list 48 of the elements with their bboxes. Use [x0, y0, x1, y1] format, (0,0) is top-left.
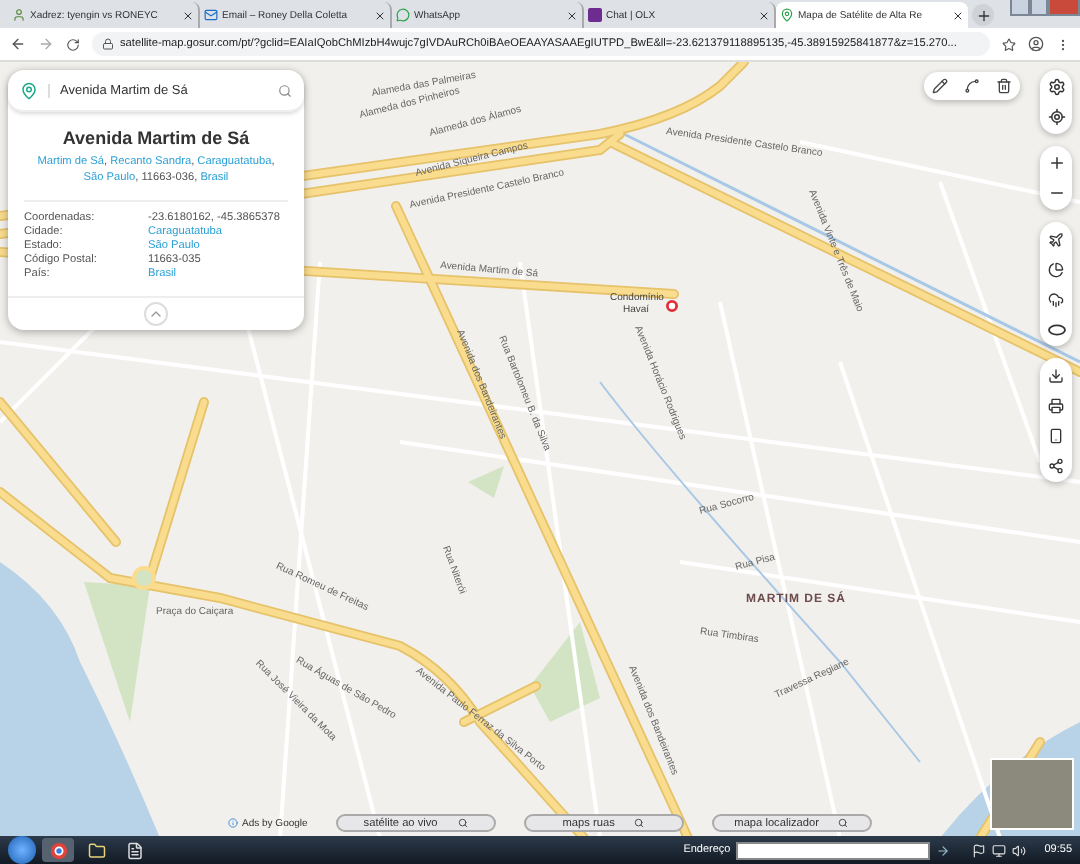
ellipse-icon [1047, 323, 1065, 335]
close-icon[interactable] [374, 9, 386, 21]
close-icon[interactable] [758, 9, 770, 21]
browser-taskbar-button[interactable] [42, 838, 74, 862]
new-tab-button[interactable] [972, 4, 994, 26]
browser-icon [49, 841, 67, 859]
lock-icon [102, 38, 114, 50]
share-icon [1048, 457, 1064, 473]
search-icon [457, 818, 468, 828]
flag-icon[interactable] [972, 843, 987, 857]
star-icon[interactable] [1002, 37, 1016, 51]
chat-icon [396, 8, 410, 22]
cloud-rain-icon [1048, 291, 1064, 307]
settings-icon [1047, 78, 1065, 96]
folder-icon [87, 841, 105, 859]
download-icon [1048, 367, 1064, 383]
crosshair-icon [1047, 108, 1065, 126]
pin-icon [20, 81, 38, 99]
go-icon[interactable] [936, 843, 951, 857]
place-title: Avenida Martim de Sá [60, 128, 252, 148]
address-toolbar-field[interactable] [736, 841, 931, 859]
mail-icon [204, 8, 218, 22]
search-icon [838, 818, 849, 828]
search-icon[interactable] [278, 83, 292, 97]
phone-icon [1048, 427, 1064, 443]
volume-icon[interactable] [1012, 843, 1027, 857]
document-icon [125, 841, 143, 859]
trash-icon [996, 78, 1012, 94]
marker-icon[interactable] [666, 299, 678, 311]
plane-icon [1048, 231, 1064, 247]
reload-icon[interactable] [66, 37, 80, 51]
search-icon [634, 818, 645, 828]
pie-chart-icon [1048, 261, 1064, 277]
network-icon[interactable] [992, 843, 1007, 857]
printer-icon [1048, 397, 1064, 413]
close-icon[interactable] [952, 9, 964, 21]
map-pin-icon [780, 8, 794, 22]
satellite-thumbnail[interactable] [990, 758, 1074, 830]
start-button[interactable] [8, 836, 36, 864]
plus-icon [975, 7, 991, 23]
close-icon[interactable] [566, 9, 578, 21]
back-icon[interactable] [10, 36, 26, 52]
pencil-icon [932, 78, 948, 94]
polygon-icon [964, 78, 980, 94]
close-icon[interactable] [182, 9, 194, 21]
menu-icon[interactable] [1056, 37, 1070, 51]
plus-icon [1047, 154, 1065, 172]
profile-icon[interactable] [1028, 36, 1044, 52]
